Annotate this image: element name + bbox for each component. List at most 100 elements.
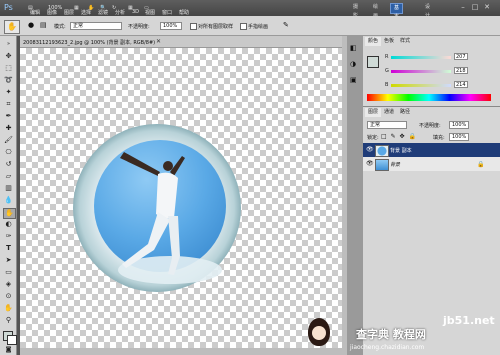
tab-swatches[interactable]: 色板 xyxy=(381,37,397,46)
layer-name: 背景 副本 xyxy=(390,148,412,154)
menu-help[interactable]: 帮助 xyxy=(179,9,189,16)
options-bar: ✋ ● ▤ 模式: 正常 不透明度: 100% 对所有图层取样 手指绘画 ✎ xyxy=(0,16,500,36)
slider-r-value[interactable]: 207 xyxy=(454,53,468,60)
menu-view[interactable]: 视图 xyxy=(145,9,155,16)
watermark-url: jiaocheng.chazidian.com xyxy=(350,344,425,351)
canvas-artwork xyxy=(73,124,241,292)
layer-opacity-input[interactable]: 100% xyxy=(449,121,469,129)
slider-r-label: R xyxy=(385,54,389,60)
hand-tool-panel-icon[interactable]: ✋ xyxy=(3,304,14,313)
menu-edit[interactable]: 编辑 xyxy=(30,9,40,16)
tab-paths[interactable]: 路径 xyxy=(397,108,413,117)
lasso-tool-icon[interactable]: ➰ xyxy=(3,76,14,85)
dodge-tool-icon[interactable]: ◐ xyxy=(3,220,14,229)
panel-dock-icons: ◧ ◑ ▣ xyxy=(347,36,363,355)
color-ramp[interactable] xyxy=(367,94,491,101)
collapse-tools-icon[interactable]: » xyxy=(3,40,14,49)
path-select-tool-icon[interactable]: ➤ xyxy=(3,256,14,265)
background-color-swatch[interactable] xyxy=(7,335,17,345)
menu-items: 编辑 图像 图层 选择 滤镜 分析 3D 视图 窗口 帮助 xyxy=(0,8,500,16)
smudge-tool-icon[interactable]: ✋ xyxy=(3,208,16,219)
menu-select[interactable]: 选择 xyxy=(81,9,91,16)
layer-row-background[interactable]: 👁 背景 🔒 xyxy=(363,157,500,171)
sample-all-layers-label: 对所有图层取样 xyxy=(198,24,234,30)
brush-panel-icon[interactable]: ▤ xyxy=(40,21,47,29)
gradient-tool-icon[interactable]: ▥ xyxy=(3,184,14,193)
tab-layers[interactable]: 图层 xyxy=(365,108,382,117)
opacity-label: 不透明度: xyxy=(128,24,150,30)
shape-tool-icon[interactable]: ▭ xyxy=(3,268,14,277)
finger-painting-label: 手指绘画 xyxy=(248,24,269,30)
healing-brush-tool-icon[interactable]: ✚ xyxy=(3,124,14,133)
watermark-site: jb51.net xyxy=(443,314,495,327)
crop-tool-icon[interactable]: ⌗ xyxy=(3,100,14,109)
color-panel: 颜色 色板 样式 R 207 G 218 B 214 xyxy=(363,36,500,106)
quick-select-tool-icon[interactable]: ✦ xyxy=(3,88,14,97)
opacity-input[interactable]: 100% xyxy=(160,22,182,30)
lock-label: 锁定: xyxy=(367,135,379,141)
document-canvas[interactable] xyxy=(20,48,342,348)
menu-layer[interactable]: 图层 xyxy=(64,9,74,16)
mascot-face xyxy=(312,326,326,340)
layer-name: 背景 xyxy=(390,162,401,168)
slider-b-value[interactable]: 214 xyxy=(454,81,468,88)
3d-rotate-tool-icon[interactable]: ◈ xyxy=(3,280,14,289)
slider-g-value[interactable]: 218 xyxy=(454,67,468,74)
type-tool-icon[interactable]: T xyxy=(3,244,14,253)
fill-label: 填充: xyxy=(433,135,445,141)
brush-preset-icon[interactable]: ● xyxy=(28,21,34,29)
history-brush-tool-icon[interactable]: ↺ xyxy=(3,160,14,169)
slider-g-label: G xyxy=(385,68,389,74)
finger-painting-checkbox[interactable] xyxy=(240,23,247,30)
layer-opacity-label: 不透明度: xyxy=(419,123,441,129)
watermark: jb51.net 查字典 教程网 jiaocheng.chazidian.com xyxy=(300,312,500,355)
marquee-tool-icon[interactable]: ⬚ xyxy=(3,64,14,73)
tab-color[interactable]: 颜色 xyxy=(365,37,382,46)
menu-analysis[interactable]: 分析 xyxy=(115,9,125,16)
blur-tool-icon[interactable]: 💧 xyxy=(3,196,14,205)
eraser-tool-icon[interactable]: ▱ xyxy=(3,172,14,181)
circular-photo xyxy=(73,124,241,292)
visibility-eye-icon[interactable]: 👁 xyxy=(366,160,374,167)
mode-label: 模式: xyxy=(54,24,66,30)
visibility-eye-icon[interactable]: 👁 xyxy=(366,146,374,153)
slider-g[interactable] xyxy=(391,70,451,73)
layer-lock-icon: 🔒 xyxy=(477,161,485,168)
mode-select[interactable]: 正常 xyxy=(70,22,122,30)
tab-channels[interactable]: 通道 xyxy=(381,108,397,117)
menu-image[interactable]: 图像 xyxy=(47,9,57,16)
layer-thumbnail xyxy=(375,145,389,157)
menu-filter[interactable]: 滤镜 xyxy=(98,9,108,16)
zoom-tool-panel-icon[interactable]: ⚲ xyxy=(3,316,14,325)
tab-styles[interactable]: 样式 xyxy=(397,37,413,46)
masks-panel-icon[interactable]: ▣ xyxy=(350,76,357,84)
move-tool-icon[interactable]: ✥ xyxy=(3,52,14,61)
tools-panel: » ✥ ⬚ ➰ ✦ ⌗ ✒ ✚ 🖌 ⎔ ↺ ▱ ▥ 💧 ✋ ◐ ✑ T ➤ ▭ … xyxy=(0,36,17,355)
blend-mode-select[interactable]: 正常 xyxy=(367,121,407,129)
close-document-icon[interactable]: ✕ xyxy=(156,38,161,45)
3d-orbit-tool-icon[interactable]: ⊙ xyxy=(3,292,14,301)
adjustments-panel-icon[interactable]: ◑ xyxy=(350,60,356,68)
quick-mask-icon[interactable]: ◙ xyxy=(3,345,14,354)
pen-tool-icon[interactable]: ✑ xyxy=(3,232,14,241)
menu-3d[interactable]: 3D xyxy=(132,9,139,15)
sample-all-layers-checkbox[interactable] xyxy=(190,23,197,30)
color-panel-icon[interactable]: ◧ xyxy=(350,44,357,52)
slider-b[interactable] xyxy=(391,84,451,87)
watermark-brand: 查字典 教程网 xyxy=(356,328,426,341)
document-title: 20083112193623_2.jpg @ 100% (背景 副本, RGB/… xyxy=(23,40,156,46)
document-tab[interactable]: 20083112193623_2.jpg @ 100% (背景 副本, RGB/… xyxy=(20,36,342,48)
lock-icons[interactable]: □ ✎ ✥ 🔒 xyxy=(381,133,417,140)
color-swatch-preview[interactable] xyxy=(367,56,379,68)
menu-window[interactable]: 窗口 xyxy=(162,9,172,16)
smudge-tool-preset-icon[interactable]: ✋ xyxy=(4,20,20,34)
clone-stamp-tool-icon[interactable]: ⎔ xyxy=(3,148,14,157)
layer-row-background-copy[interactable]: 👁 背景 副本 xyxy=(363,143,500,157)
eyedropper-tool-icon[interactable]: ✒ xyxy=(3,112,14,121)
brush-tool-icon[interactable]: 🖌 xyxy=(3,136,14,145)
fill-input[interactable]: 100% xyxy=(449,133,469,141)
horizontal-scrollbar[interactable] xyxy=(20,348,342,355)
slider-b-label: B xyxy=(385,82,389,88)
tablet-pressure-icon[interactable]: ✎ xyxy=(283,21,289,29)
slider-r[interactable] xyxy=(391,56,451,59)
